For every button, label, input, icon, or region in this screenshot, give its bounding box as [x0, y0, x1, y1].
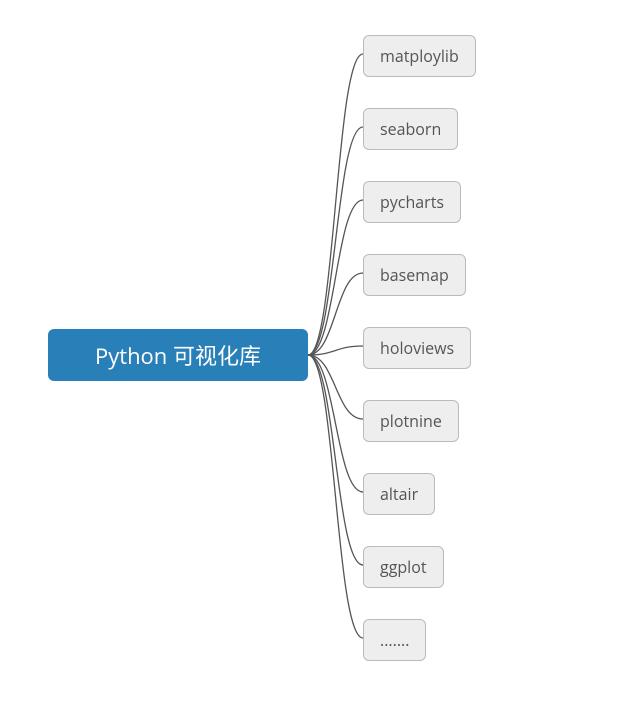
root-node: Python 可视化库 — [48, 329, 308, 381]
child-node: pycharts — [363, 181, 461, 223]
child-node-label: plotnine — [380, 410, 442, 432]
child-node-label: seaborn — [380, 118, 441, 140]
child-node-label: matploylib — [380, 45, 459, 67]
child-node-label: altair — [380, 483, 418, 505]
child-node: matploylib — [363, 35, 476, 77]
child-node-label: ....... — [380, 629, 409, 651]
child-node-label: ggplot — [380, 556, 427, 578]
root-node-label: Python 可视化库 — [95, 339, 261, 371]
child-node: altair — [363, 473, 435, 515]
child-node-label: basemap — [380, 264, 449, 286]
child-node-label: holoviews — [380, 337, 454, 359]
child-node: ggplot — [363, 546, 444, 588]
child-node: basemap — [363, 254, 466, 296]
child-node-label: pycharts — [380, 191, 444, 213]
child-node: holoviews — [363, 327, 471, 369]
child-node: plotnine — [363, 400, 459, 442]
child-node: ....... — [363, 619, 426, 661]
child-node: seaborn — [363, 108, 458, 150]
